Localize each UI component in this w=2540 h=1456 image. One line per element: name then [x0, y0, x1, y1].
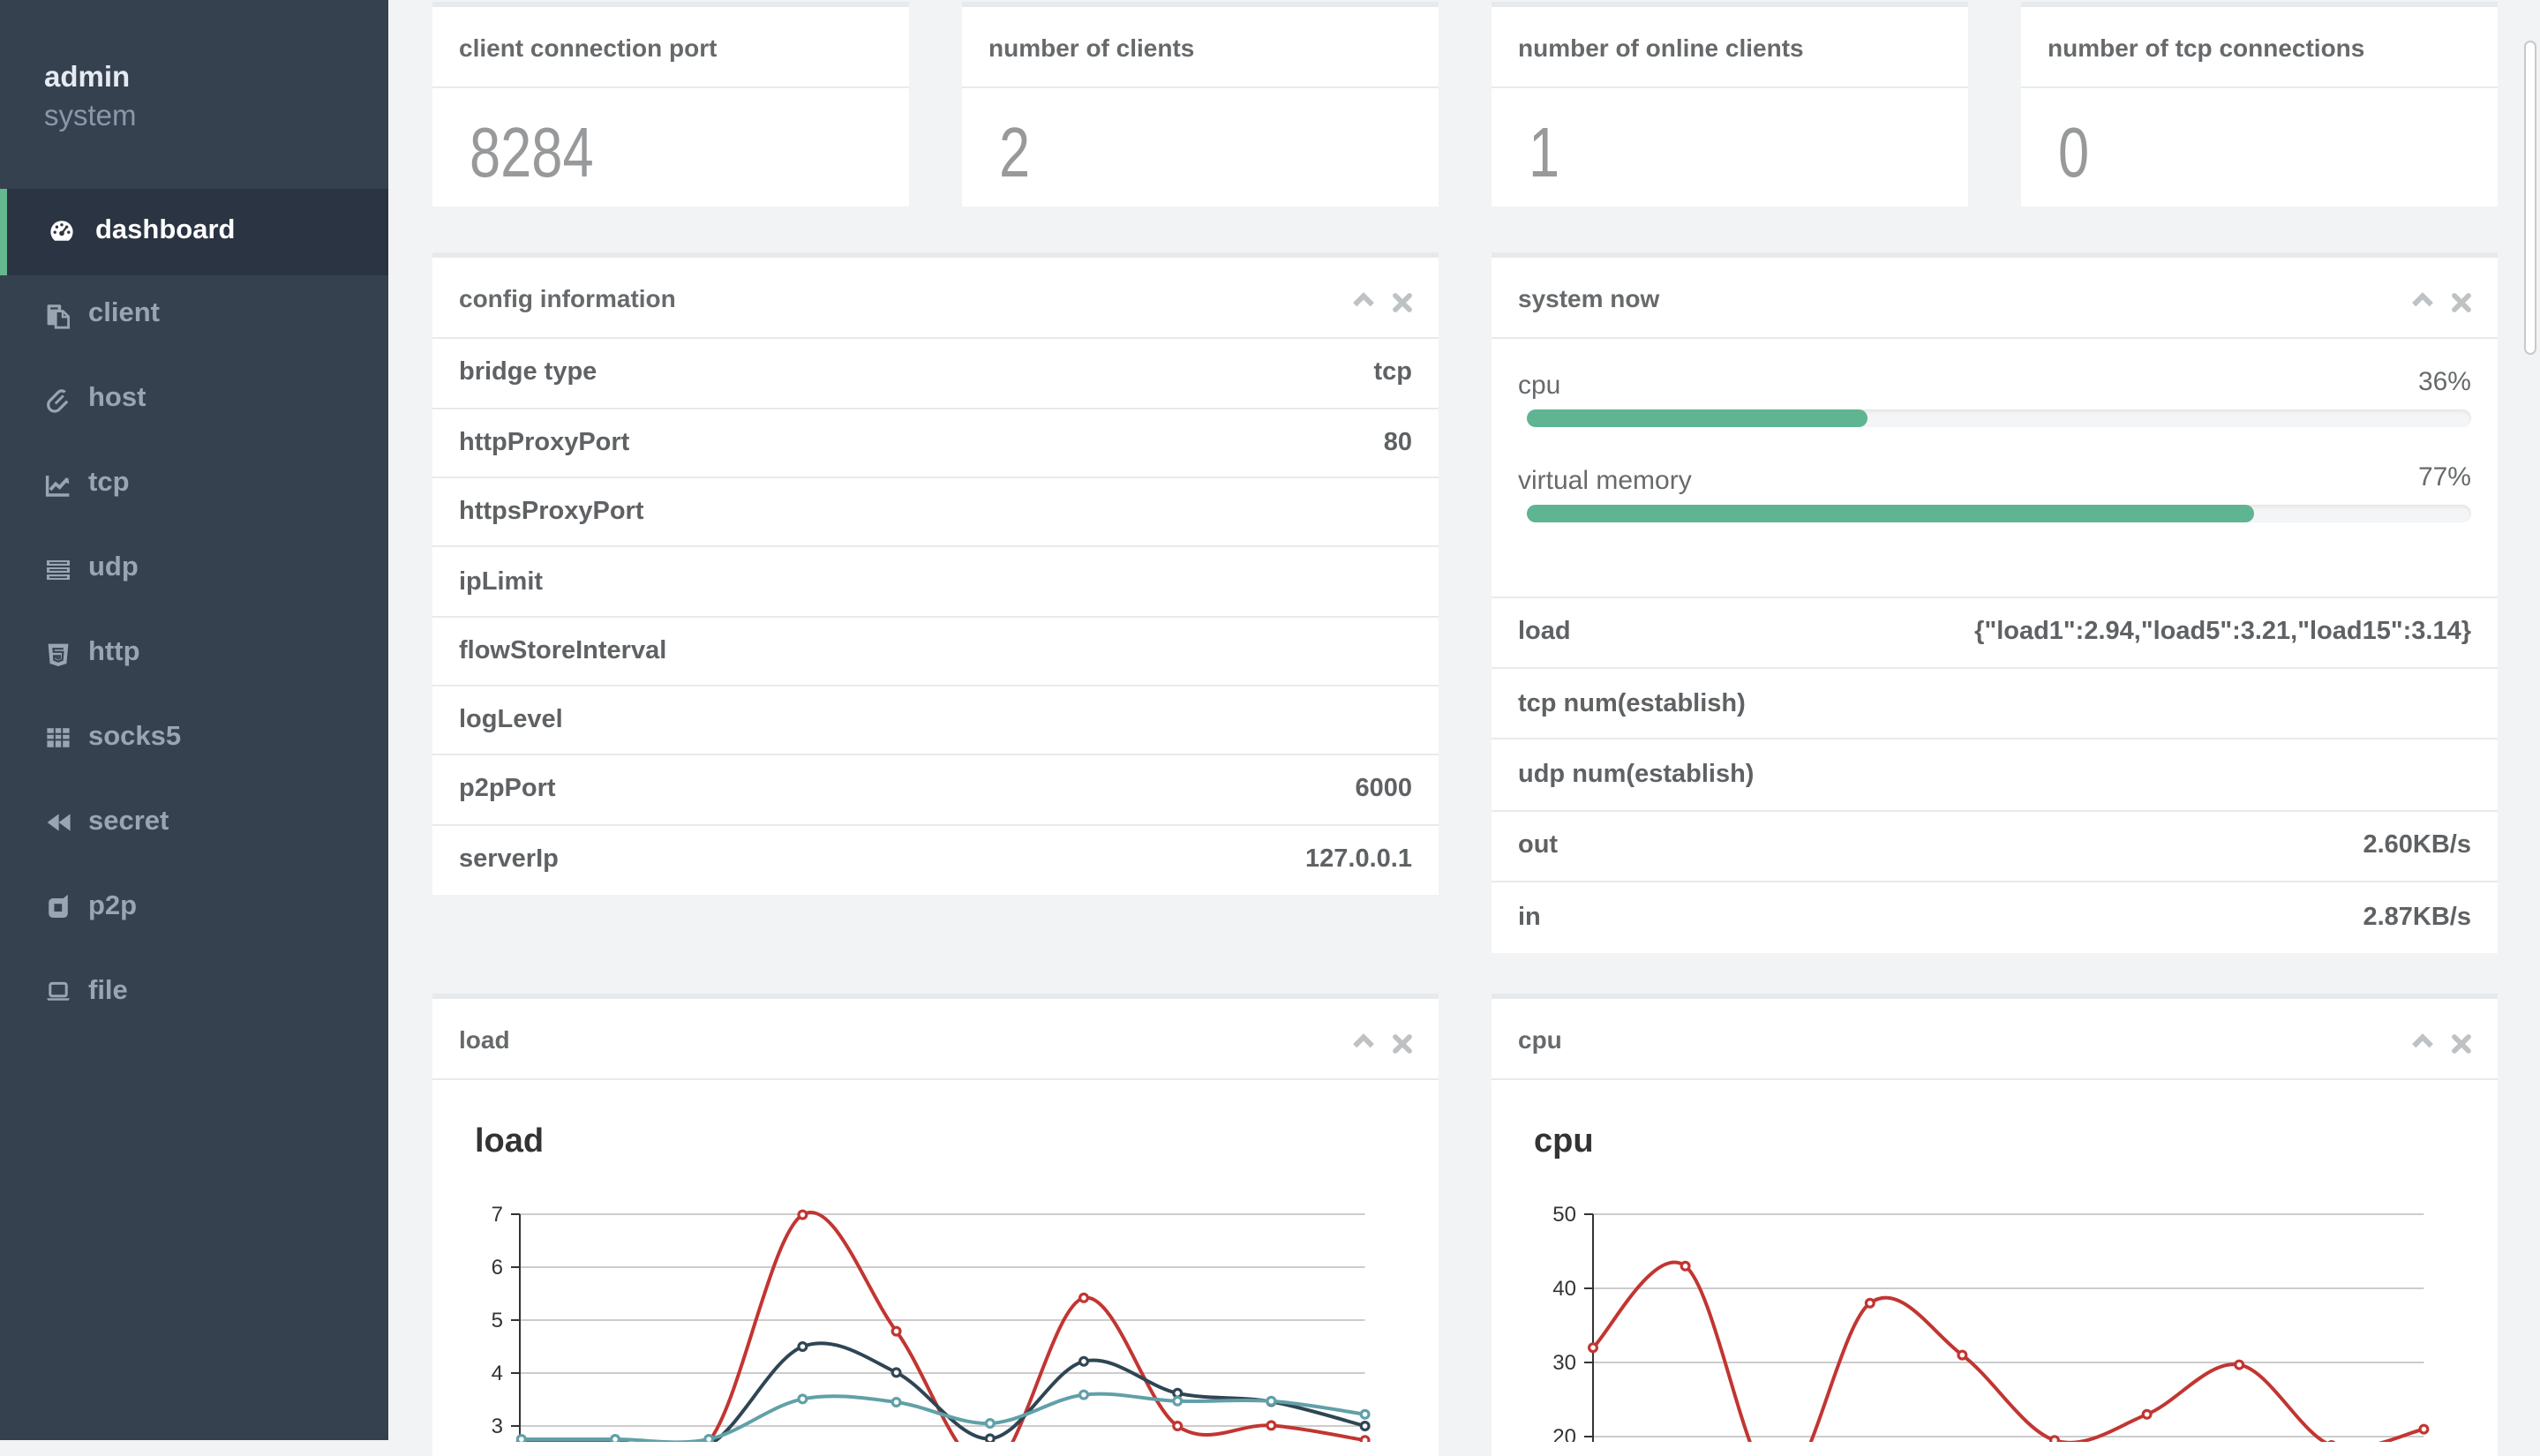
svg-text:load: load	[475, 1122, 544, 1159]
svg-text:3: 3	[492, 1414, 503, 1437]
svg-text:4: 4	[492, 1361, 503, 1385]
svg-text:30: 30	[1552, 1350, 1576, 1374]
svg-text:50: 50	[1552, 1202, 1576, 1226]
svg-text:40: 40	[1552, 1276, 1576, 1300]
svg-text:6: 6	[492, 1255, 503, 1279]
svg-text:20: 20	[1552, 1424, 1576, 1441]
svg-text:5: 5	[492, 1308, 503, 1332]
svg-text:cpu: cpu	[1534, 1122, 1594, 1159]
svg-text:7: 7	[492, 1202, 503, 1226]
